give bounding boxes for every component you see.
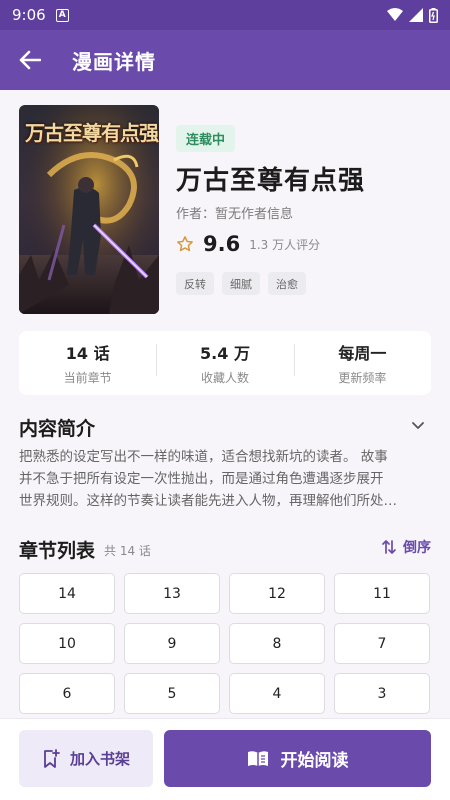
author-text: 作者：暂无作者信息 (176, 207, 294, 222)
chevron-down-icon (412, 422, 424, 429)
chapter-grid: 14 13 12 11 10 9 8 7 6 5 4 3 (19, 573, 431, 714)
chapter-button[interactable]: 8 (229, 623, 325, 664)
rating-score: 9.6 (203, 232, 241, 256)
chapters-count: 共 14 话 (104, 544, 151, 558)
book-cover[interactable]: 万古至尊有点强 (19, 105, 159, 314)
chapter-button[interactable]: 10 (19, 623, 115, 664)
chapters-heading: 章节列表 (19, 540, 96, 562)
expand-synopsis-button[interactable] (410, 417, 426, 437)
sort-label: 倒序 (403, 540, 431, 556)
synopsis-line: 把熟悉的设定写出不一样的味道，适合想找新坑的读者。 故事 (19, 449, 388, 465)
stat-value: 每周一 (338, 344, 387, 363)
stat-value: 14 话 (65, 344, 110, 363)
start-reading-button[interactable]: 开始阅读 (164, 730, 431, 787)
rating-count: 1.3 万人评分 (249, 237, 321, 252)
tag[interactable]: 细腻 (222, 272, 260, 295)
stat-label: 更新频率 (338, 371, 387, 385)
chapter-button[interactable]: 3 (334, 673, 430, 714)
stat-update-frequency: 每周一 更新频率 (293, 340, 431, 386)
synopsis-line: 并不急于把所有设定一次性抛出，而是通过角色遭遇逐步展开 (19, 471, 384, 487)
star-icon (177, 236, 193, 252)
notification-icon: A (55, 8, 69, 22)
page-title: 漫画详情 (72, 49, 156, 74)
tag-list: 反转 细腻 治愈 (176, 272, 306, 295)
sort-icon (382, 540, 396, 554)
battery-icon (429, 7, 438, 23)
synopsis-text[interactable]: 把熟悉的设定写出不一样的味道，适合想找新坑的读者。 故事 并不急于把所有设定一次… (19, 446, 433, 512)
chapter-button[interactable]: 11 (334, 573, 430, 614)
chapter-button[interactable]: 6 (19, 673, 115, 714)
book-title: 万古至尊有点强 (176, 166, 366, 196)
chapter-button[interactable]: 9 (124, 623, 220, 664)
status-time: 9:06 (12, 6, 46, 24)
wifi-icon (387, 8, 403, 21)
rating: 9.6 1.3 万人评分 (176, 232, 320, 256)
stat-label: 收藏人数 (200, 371, 249, 385)
stat-label: 当前章节 (63, 371, 112, 385)
cover-title: 万古至尊有点强 (25, 121, 159, 145)
sort-toggle-button[interactable]: 倒序 (381, 537, 431, 557)
tag[interactable]: 治愈 (268, 272, 306, 295)
add-to-shelf-label: 加入书架 (69, 750, 130, 768)
arrow-left-icon (19, 50, 41, 70)
stat-value: 5.4 万 (200, 344, 250, 363)
status-badge: 连载中 (176, 125, 236, 152)
stat-chapters: 14 话 当前章节 (19, 340, 156, 386)
synopsis-line: 世界规则。这样的节奏让读者能先进入人物，再理解他们所处… (19, 493, 397, 509)
synopsis-heading: 内容简介 (19, 418, 96, 440)
chapter-button[interactable]: 13 (124, 573, 220, 614)
chapter-button[interactable]: 5 (124, 673, 220, 714)
book-open-icon (247, 750, 268, 766)
bookmark-add-icon (44, 748, 60, 768)
start-reading-label: 开始阅读 (280, 751, 349, 771)
status-bar: 9:06 A (0, 0, 450, 30)
stat-favorites: 5.4 万 收藏人数 (156, 340, 293, 386)
chapter-button[interactable]: 4 (229, 673, 325, 714)
back-button[interactable] (0, 30, 60, 90)
chapter-button[interactable]: 7 (334, 623, 430, 664)
detail-content[interactable]: 万古至尊有点强 连载中 万古至尊有点强 作者：暂无作者信息 9.6 1.3 万人… (0, 90, 450, 718)
chapter-button[interactable]: 12 (229, 573, 325, 614)
app-bar: 漫画详情 (0, 30, 450, 90)
add-to-shelf-button[interactable]: 加入书架 (19, 730, 153, 787)
bottom-action-bar: 加入书架 开始阅读 (0, 718, 450, 800)
stats-card: 14 话 当前章节 5.4 万 收藏人数 每周一 更新频率 (19, 331, 431, 395)
signal-icon (409, 8, 423, 22)
chapter-button[interactable]: 14 (19, 573, 115, 614)
tag[interactable]: 反转 (176, 272, 214, 295)
